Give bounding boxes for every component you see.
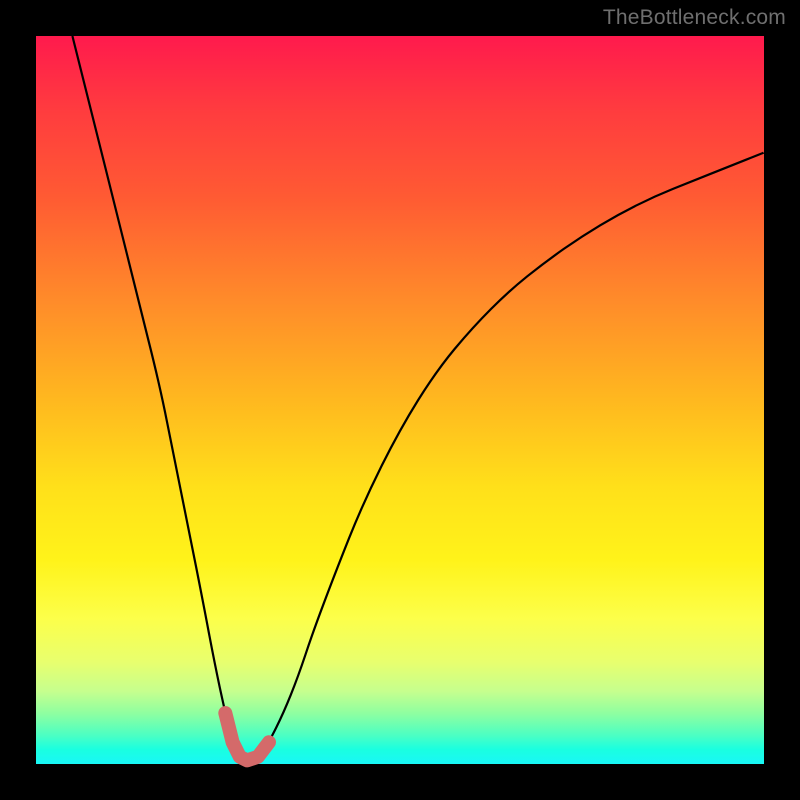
watermark-text: TheBottleneck.com: [603, 6, 786, 30]
chart-svg: [36, 36, 764, 764]
bottleneck-curve: [72, 36, 764, 759]
chart-frame: TheBottleneck.com: [0, 0, 800, 800]
plot-area: [36, 36, 764, 764]
minimum-marker: [225, 713, 269, 760]
